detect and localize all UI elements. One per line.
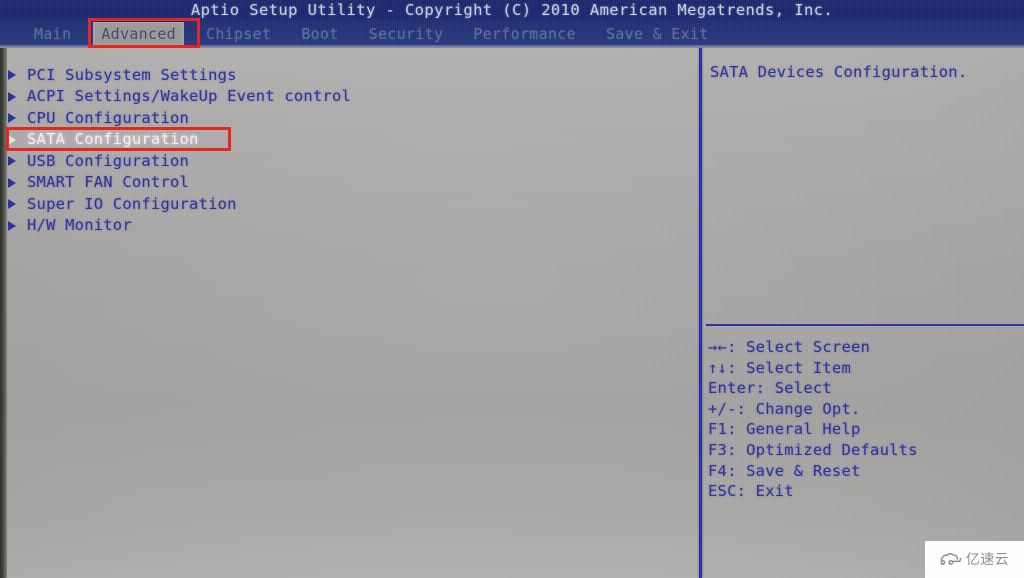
key-legend-list: →←: Select Screen ↑↓: Select Item Enter: S… [708,337,1024,502]
setup-item-h-w-monitor[interactable]: H/W Monitor [0,215,700,237]
tab-main[interactable]: Main [26,22,79,47]
setup-item-label: PCI Subsystem Settings [27,65,237,84]
setup-item-smart-fan-control[interactable]: SMART FAN Control [0,172,700,194]
cloud-logo-icon [940,552,962,565]
submenu-arrow-icon [8,220,17,231]
watermark-text: 亿速云 [965,551,1010,568]
photo-edge-shadow [0,48,7,578]
setup-item-sata-configuration[interactable]: SATA Configuration [0,129,700,151]
key-legend-row: ESC: Exit [708,482,794,501]
setup-item-label: CPU Configuration [27,108,190,127]
help-panel-separator [706,324,1024,326]
setup-item-super-io-configuration[interactable]: Super IO Configuration [0,193,700,215]
setup-item-panel: PCI Subsystem Settings ACPI Settings/Wake… [0,48,700,578]
menu-bar: Main Advanced Chipset Boot Security Performan… [0,20,1024,48]
window-title: Aptio Setup Utility - Copyright (C) 2010… [0,0,1024,20]
setup-item-pci-subsystem-settings[interactable]: PCI Subsystem Settings [0,64,700,86]
setup-item-label: H/W Monitor [27,216,132,235]
tab-security[interactable]: Security [361,22,452,47]
help-panel: SATA Devices Configuration. →←: Select S… [700,48,1024,578]
tab-chipset[interactable]: Chipset [198,22,279,47]
setup-item-label: SMART FAN Control [27,173,190,192]
submenu-arrow-icon [8,91,17,102]
submenu-arrow-icon [8,134,17,145]
tab-advanced[interactable]: Advanced [93,21,184,47]
setup-item-label: ACPI Settings/WakeUp Event control [27,87,352,106]
key-legend-row: F1: General Help [708,420,861,439]
tab-boot[interactable]: Boot [293,22,346,47]
submenu-arrow-icon [8,177,17,188]
submenu-arrow-icon [8,199,17,210]
setup-item-list: PCI Subsystem Settings ACPI Settings/Wake… [0,64,700,236]
submenu-arrow-icon [8,156,17,167]
key-legend-row: +/-: Change Opt. [708,399,861,418]
tab-performance[interactable]: Performance [465,22,584,47]
key-legend-row: Enter: Select [708,379,832,398]
setup-item-cpu-configuration[interactable]: CPU Configuration [0,107,700,129]
key-legend-row: F3: Optimized Defaults [708,440,918,459]
key-legend-row: F4: Save & Reset [708,461,861,480]
submenu-arrow-icon [8,113,17,124]
tab-save-exit[interactable]: Save & Exit [598,22,717,47]
setup-item-label: USB Configuration [27,151,190,170]
setup-item-acpi-settings-wakeup-event-control[interactable]: ACPI Settings/WakeUp Event control [0,86,700,108]
key-legend-row: →←: Select Screen [708,338,871,356]
setup-item-usb-configuration[interactable]: USB Configuration [0,150,700,172]
watermark: 亿速云 [925,541,1024,578]
setup-item-label: Super IO Configuration [27,194,237,213]
help-description: SATA Devices Configuration. [710,63,968,81]
bios-setup-screen: Aptio Setup Utility - Copyright (C) 2010… [0,0,1024,578]
key-legend-row: ↑↓: Select Item [708,358,851,377]
setup-item-label: SATA Configuration [27,130,199,149]
submenu-arrow-icon [8,70,17,81]
panel-divider [699,48,702,578]
